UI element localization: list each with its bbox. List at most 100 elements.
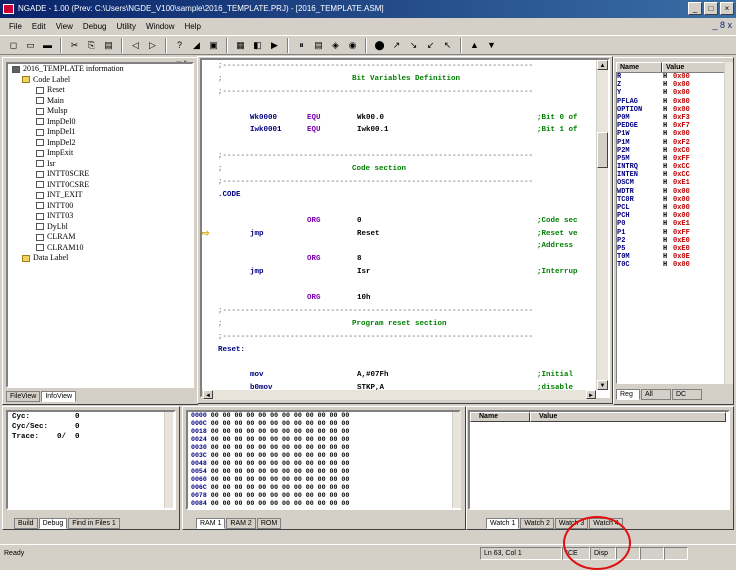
- tree-label-row[interactable]: ImpDel0: [8, 117, 192, 128]
- toolbar-button-icon[interactable]: ↗: [389, 37, 404, 53]
- tree-data-folder-row[interactable]: Data Label: [8, 253, 192, 264]
- register-row[interactable]: P1W H 0x00: [617, 130, 725, 138]
- tab-output-0[interactable]: Build: [14, 518, 38, 529]
- tab-reg-reg[interactable]: Reg: [616, 389, 640, 400]
- code-line[interactable]: ;---------------------------------------…: [202, 305, 608, 318]
- register-row[interactable]: TC0R H 0x00: [617, 196, 725, 204]
- register-row[interactable]: P0M H 0xF3: [617, 114, 725, 122]
- code-line[interactable]: mov A,#07Fh ;Initial: [202, 369, 608, 382]
- code-editor[interactable]: ;---------------------------------------…: [200, 58, 610, 398]
- menu-item-file[interactable]: File: [4, 22, 27, 31]
- tab-watch-2[interactable]: Watch 2: [520, 518, 554, 529]
- toolbar-button-icon[interactable]: ⬤: [372, 37, 387, 53]
- toolbar-button-icon[interactable]: ↙: [423, 37, 438, 53]
- editor-hscrollbar[interactable]: ◄ ►: [202, 390, 596, 400]
- toolbar-button-icon[interactable]: ↘: [406, 37, 421, 53]
- code-line[interactable]: Wk0000 EQU Wk00.0 ;Bit 0 of: [202, 112, 608, 125]
- close-button[interactable]: ×: [720, 2, 734, 15]
- register-row[interactable]: PCH H 0x00: [617, 212, 725, 220]
- register-row[interactable]: INTEN H 0xCC: [617, 171, 725, 179]
- code-line[interactable]: [202, 279, 608, 292]
- code-line[interactable]: ; Code section: [202, 163, 608, 176]
- tree-label-row[interactable]: Reset: [8, 85, 192, 96]
- app-icon[interactable]: [3, 4, 14, 14]
- tab-fileview[interactable]: FileView: [6, 391, 41, 402]
- tree-root-row[interactable]: 2016_TEMPLATE information: [8, 64, 192, 75]
- register-row[interactable]: PFLAG H 0x80: [617, 98, 725, 106]
- register-row[interactable]: PCL H 0x00: [617, 204, 725, 212]
- editor-vscrollbar[interactable]: ▲ ▼: [596, 60, 608, 390]
- tab-infoview[interactable]: InfoView: [41, 391, 77, 402]
- toolbar-button-icon[interactable]: ◢: [189, 37, 204, 53]
- register-row[interactable]: T0C H 0x00: [617, 261, 725, 269]
- tree-label-row[interactable]: CLRAM10: [8, 243, 192, 254]
- register-row[interactable]: OSCM H 0xE1: [617, 179, 725, 187]
- menu-item-utility[interactable]: Utility: [111, 22, 141, 31]
- tab-memory-1[interactable]: RAM 2: [226, 518, 256, 529]
- code-line[interactable]: ;---------------------------------------…: [202, 150, 608, 163]
- code-line[interactable]: ;---------------------------------------…: [202, 331, 608, 344]
- memory-row[interactable]: 0018 00 00 00 00 00 00 00 00 00 00 00 00: [188, 428, 459, 436]
- toolbar-button-icon[interactable]: ▦: [233, 37, 248, 53]
- toolbar-button-icon[interactable]: ◻: [6, 37, 21, 53]
- code-line[interactable]: ORG 0 ;Code sec: [202, 215, 608, 228]
- watch-col-name[interactable]: Name: [470, 412, 530, 422]
- register-row[interactable]: P5M H 0xFF: [617, 155, 725, 163]
- code-line[interactable]: Reset:: [202, 344, 608, 357]
- toolbar-button-icon[interactable]: ▼: [484, 37, 499, 53]
- toolbar-button-icon[interactable]: ▲: [467, 37, 482, 53]
- menu-item-help[interactable]: Help: [179, 22, 205, 31]
- tree-label-row[interactable]: ImpDel1: [8, 127, 192, 138]
- scroll-up-icon[interactable]: ▲: [597, 60, 608, 70]
- register-row[interactable]: T0M H 0x0E: [617, 253, 725, 261]
- memory-row[interactable]: 003C 00 00 00 00 00 00 00 00 00 00 00 00: [188, 452, 459, 460]
- tree-label-row[interactable]: INT_EXIT: [8, 190, 192, 201]
- scroll-right-icon[interactable]: ►: [586, 390, 596, 399]
- register-row[interactable]: OPTION H 0x00: [617, 106, 725, 114]
- register-row[interactable]: Z H 0x00: [617, 81, 725, 89]
- memory-row[interactable]: 0060 00 00 00 00 00 00 00 00 00 00 00 00: [188, 476, 459, 484]
- toolbar-button-icon[interactable]: ⏸: [294, 37, 309, 53]
- toolbar-button-icon[interactable]: ▤: [101, 37, 116, 53]
- tab-watch-1[interactable]: Watch 1: [486, 518, 520, 529]
- tab-memory-0[interactable]: RAM 1: [196, 518, 226, 529]
- tree-label-row[interactable]: DyLbl: [8, 222, 192, 233]
- memory-scrollbar[interactable]: [452, 412, 461, 508]
- maximize-button[interactable]: □: [704, 2, 718, 15]
- toolbar-button-icon[interactable]: ▷: [145, 37, 160, 53]
- tree-label-row[interactable]: ImpExit: [8, 148, 192, 159]
- output-scrollbar[interactable]: [164, 412, 173, 508]
- register-row[interactable]: P5 H 0xE0: [617, 245, 725, 253]
- tree-label-row[interactable]: INTT0SCRE: [8, 169, 192, 180]
- memory-row[interactable]: 0030 00 00 00 00 00 00 00 00 00 00 00 00: [188, 444, 459, 452]
- code-line[interactable]: ; Program reset section: [202, 318, 608, 331]
- mdi-controls[interactable]: _ 8 x: [712, 20, 732, 30]
- tree-label-row[interactable]: Main: [8, 96, 192, 107]
- tab-reg-all[interactable]: All: [641, 389, 671, 400]
- tab-reg-dc[interactable]: DC: [672, 389, 702, 400]
- code-line[interactable]: [202, 356, 608, 369]
- code-line[interactable]: .CODE: [202, 189, 608, 202]
- code-line[interactable]: Iwk0001 EQU Iwk00.1 ;Bit 1 of: [202, 124, 608, 137]
- code-line[interactable]: jmp Isr ;Interrup: [202, 266, 608, 279]
- memory-row[interactable]: 0024 00 00 00 00 00 00 00 00 00 00 00 00: [188, 436, 459, 444]
- tree-label-row[interactable]: ImpDel2: [8, 138, 192, 149]
- register-row[interactable]: R H 0x00: [617, 73, 725, 81]
- memory-row[interactable]: 000C 00 00 00 00 00 00 00 00 00 00 00 00: [188, 420, 459, 428]
- register-scrollbar[interactable]: [724, 62, 733, 384]
- code-line[interactable]: ;---------------------------------------…: [202, 60, 608, 73]
- tab-output-1[interactable]: Debug: [38, 518, 68, 529]
- tree-code-folder-row[interactable]: Code Label: [8, 75, 192, 86]
- code-line[interactable]: [202, 137, 608, 150]
- tree-label-row[interactable]: INTT00: [8, 201, 192, 212]
- memory-row[interactable]: 0054 00 00 00 00 00 00 00 00 00 00 00 00: [188, 468, 459, 476]
- register-row[interactable]: Y H 0x00: [617, 89, 725, 97]
- tab-output-2[interactable]: Find in Files 1: [68, 518, 120, 529]
- menu-item-view[interactable]: View: [51, 22, 78, 31]
- tree-label-row[interactable]: CLRAM: [8, 232, 192, 243]
- toolbar-button-icon[interactable]: ↖: [440, 37, 455, 53]
- register-row[interactable]: WDTR H 0x00: [617, 188, 725, 196]
- register-row[interactable]: P0 H 0xE1: [617, 220, 725, 228]
- tree-label-row[interactable]: Mulsp: [8, 106, 192, 117]
- menu-item-debug[interactable]: Debug: [78, 22, 112, 31]
